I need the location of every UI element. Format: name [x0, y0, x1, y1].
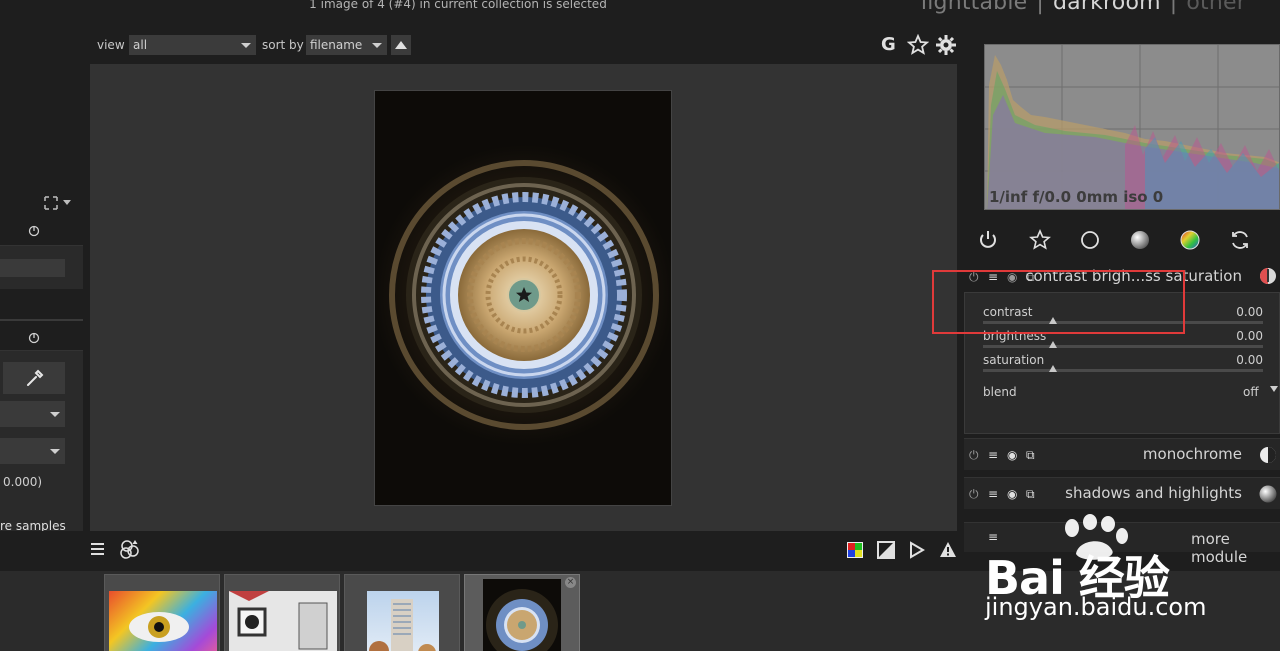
view-other[interactable]: other: [1186, 0, 1246, 15]
histogram[interactable]: [984, 44, 1280, 210]
slider-handle[interactable]: [1049, 365, 1057, 372]
main-photo: [374, 90, 672, 506]
power-icon[interactable]: [28, 332, 40, 344]
circle-icon[interactable]: [1079, 229, 1101, 251]
module-title: monochrome: [1142, 445, 1242, 463]
thumb-image-eye: [109, 591, 217, 651]
blend-value[interactable]: off: [1243, 385, 1259, 399]
view-darkroom[interactable]: darkroom: [1053, 0, 1161, 15]
color-wheel-icon[interactable]: [1179, 229, 1201, 251]
grouping-button[interactable]: G: [881, 34, 896, 55]
blend-label: blend: [983, 385, 1017, 399]
power-icon[interactable]: ⏻: [969, 487, 979, 502]
view-switcher: lighttable | darkroom | other: [921, 0, 1246, 15]
star-outline-icon[interactable]: [1029, 228, 1051, 251]
refresh-icon[interactable]: [1229, 229, 1251, 251]
left-module-box: [0, 245, 83, 289]
divider: [0, 319, 83, 321]
slider-track[interactable]: [983, 369, 1263, 372]
left-dropdown-2[interactable]: [0, 438, 65, 464]
module-header-monochrome[interactable]: ⏻ ≡ ◉ ⧉ monochrome: [964, 438, 1280, 470]
monochrome-icon: [1258, 445, 1278, 465]
slider-handle[interactable]: [1049, 341, 1057, 348]
sort-value: filename: [310, 38, 363, 52]
reset-icon[interactable]: ◉: [1007, 448, 1017, 462]
multi-instance-icon[interactable]: ⧉: [1026, 487, 1035, 502]
overexposed-icon[interactable]: [877, 541, 895, 559]
view-filter-value: all: [133, 38, 148, 52]
left-dropdown-1[interactable]: [0, 401, 65, 427]
coords-readout: 0.000): [3, 475, 43, 489]
chevron-down-icon: [50, 449, 60, 454]
module-header-shadows-highlights[interactable]: ⏻ ≡ ◉ ⧉ shadows and highlights: [964, 477, 1280, 509]
power-icon[interactable]: ⏻: [969, 448, 979, 463]
power-icon[interactable]: [28, 225, 40, 237]
chevron-down-icon: [372, 43, 382, 48]
power-icon[interactable]: [977, 229, 999, 251]
chevron-down-icon: [241, 43, 251, 48]
presets-icon[interactable]: ≡: [988, 448, 998, 462]
filmstrip-thumb[interactable]: [344, 574, 460, 651]
color-checker-icon[interactable]: [846, 541, 864, 559]
star-icon[interactable]: [906, 33, 930, 56]
slider-value: 0.00: [1236, 329, 1263, 343]
view-separator: |: [1036, 0, 1045, 15]
expand-icon[interactable]: [44, 196, 72, 210]
sphere-icon[interactable]: [1129, 229, 1151, 251]
module-color-icon: [1258, 266, 1278, 286]
left-field[interactable]: [0, 259, 65, 277]
styles-icon[interactable]: [119, 538, 141, 560]
filmstrip-thumb[interactable]: [224, 574, 340, 651]
view-filter-select[interactable]: all: [129, 35, 256, 55]
eyedropper-icon: [27, 369, 44, 386]
sort-label: sort by: [262, 38, 304, 52]
slider-value: 0.00: [1236, 353, 1263, 367]
thumb-image-dome: [483, 579, 561, 651]
gear-icon[interactable]: [935, 34, 957, 56]
watermark-url: jingyan.baidu.com: [985, 593, 1207, 621]
close-icon[interactable]: ×: [565, 577, 576, 588]
filmstrip-thumb[interactable]: [104, 574, 220, 651]
softproof-icon[interactable]: [908, 541, 926, 559]
bottom-toolbar: [0, 531, 960, 571]
sort-direction-button[interactable]: [391, 35, 411, 55]
selection-status: 1 image of 4 (#4) in current collection …: [309, 0, 607, 11]
thumb-image-room: [229, 591, 337, 651]
slider-saturation[interactable]: saturation 0.00: [983, 353, 1263, 375]
reset-icon[interactable]: ◉: [1007, 487, 1017, 501]
slider-label: saturation: [983, 353, 1045, 367]
menu-icon[interactable]: [90, 542, 106, 556]
left-panel: 0.000) re samples: [0, 28, 83, 571]
exif-info: 1/inf f/0.0 0mm iso 0: [989, 188, 1164, 206]
thumb-image-building: [367, 591, 439, 651]
filmstrip-thumb-selected[interactable]: ×: [464, 574, 580, 651]
sphere-icon: [1258, 484, 1278, 504]
chevron-down-icon[interactable]: [1270, 386, 1278, 392]
slider-value: 0.00: [1236, 305, 1263, 319]
gamut-warning-icon[interactable]: [939, 541, 957, 559]
view-lighttable[interactable]: lighttable: [921, 0, 1027, 15]
highlight-annotation: [932, 270, 1185, 334]
multi-instance-icon[interactable]: ⧉: [1026, 448, 1035, 463]
view-separator: |: [1169, 0, 1178, 15]
chevron-down-icon: [50, 412, 60, 417]
view-label: view: [97, 38, 125, 52]
slider-track[interactable]: [983, 345, 1263, 348]
sort-ascending-icon: [395, 41, 407, 49]
presets-icon[interactable]: ≡: [988, 487, 998, 501]
top-bar: 1 image of 4 (#4) in current collection …: [0, 0, 1280, 28]
color-picker-button[interactable]: [3, 362, 65, 394]
sort-select[interactable]: filename: [306, 35, 387, 55]
module-title: shadows and highlights: [1065, 484, 1242, 502]
